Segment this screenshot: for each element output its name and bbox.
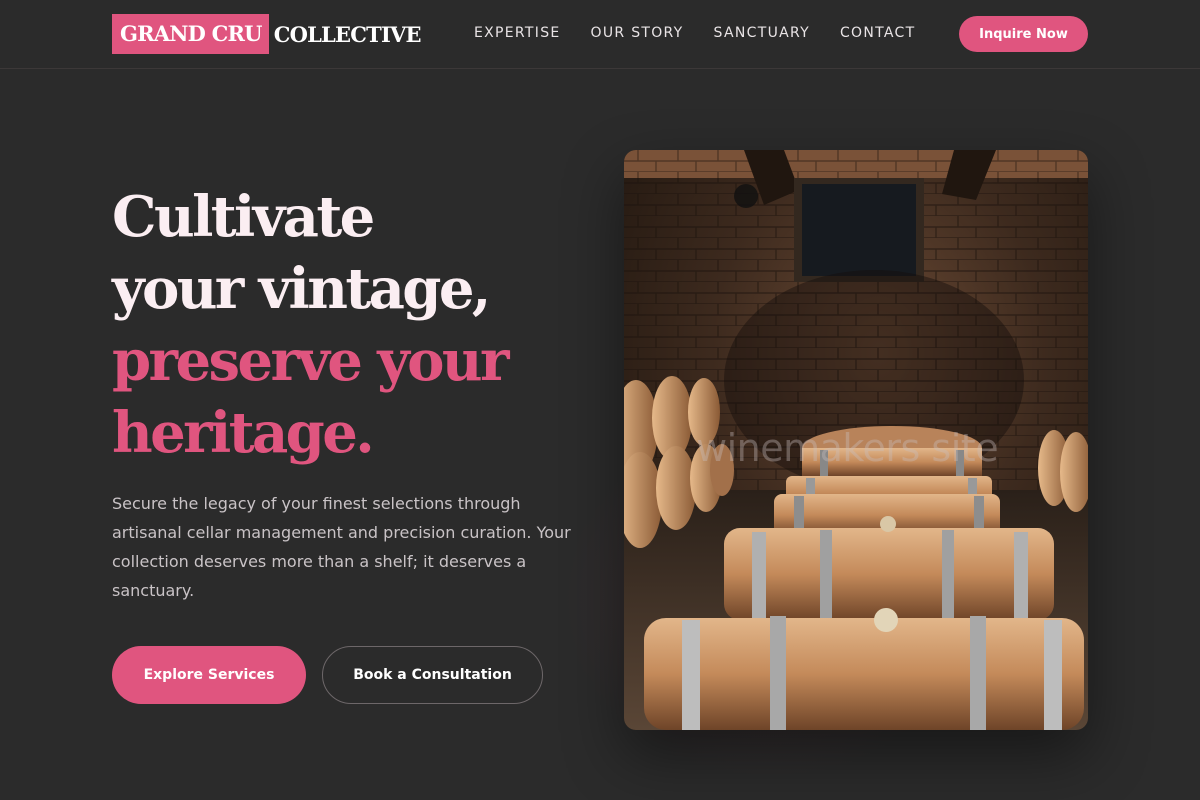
hero-title-accent-line: preserve your (112, 328, 510, 394)
wine-cellar-image: winemakers site (624, 150, 1088, 730)
logo[interactable]: GRAND CRU COLLECTIVE (112, 14, 422, 54)
nav-link-contact[interactable]: CONTACT (840, 22, 916, 44)
hero-title-line: Cultivate (112, 184, 375, 250)
hero-description: Secure the legacy of your finest selecti… (112, 494, 571, 600)
main-nav: EXPERTISE OUR STORY SANCTUARY CONTACT (474, 22, 915, 44)
nav-link-our-story[interactable]: OUR STORY (591, 22, 684, 44)
hero-title-accent-line: heritage. (112, 400, 375, 466)
book-consultation-button[interactable]: Book a Consultation (322, 646, 543, 704)
nav-link-sanctuary[interactable]: SANCTUARY (714, 22, 810, 44)
nav-link-expertise[interactable]: EXPERTISE (474, 22, 561, 44)
hero-title: Cultivate your vintage, preserve your he… (112, 181, 592, 469)
hero-title-line: your vintage, (112, 256, 491, 322)
site-header: GRAND CRU COLLECTIVE EXPERTISE OUR STORY… (0, 0, 1200, 69)
image-watermark: winemakers site (696, 426, 999, 470)
logo-text: COLLECTIVE (273, 21, 422, 47)
explore-services-button[interactable]: Explore Services (112, 646, 306, 704)
logo-highlight: GRAND CRU (112, 14, 269, 54)
inquire-now-button[interactable]: Inquire Now (959, 16, 1088, 52)
